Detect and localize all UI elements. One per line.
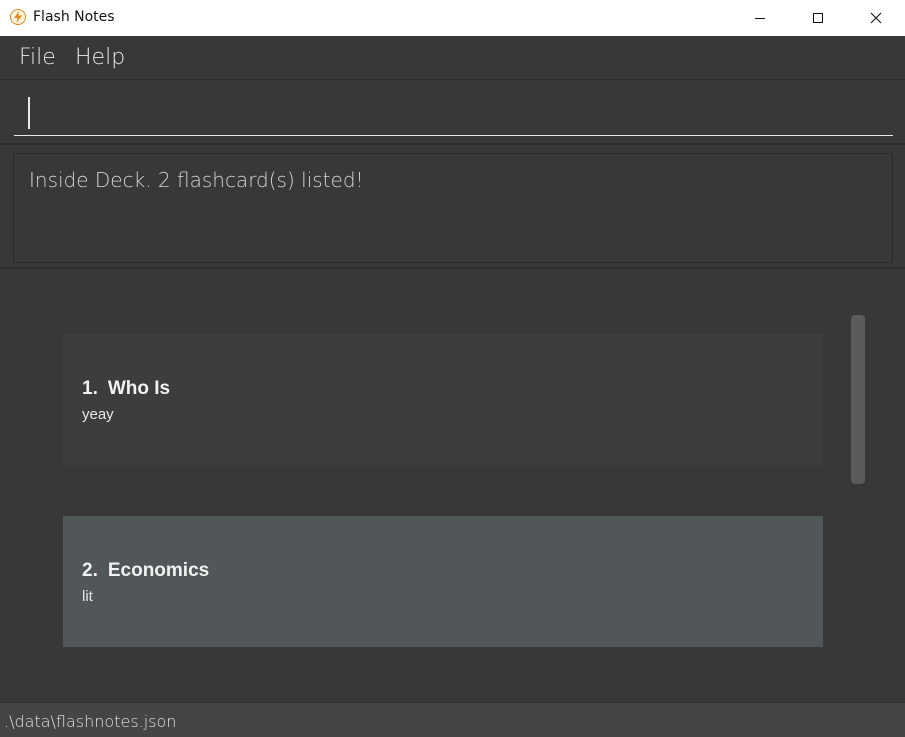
- flashcard-title-row: 1. Who Is: [82, 378, 170, 400]
- text-caret: [28, 97, 30, 129]
- flashcard-title: Economics: [107, 560, 210, 581]
- flashcard-index: 1.: [82, 378, 98, 399]
- minimize-button[interactable]: [731, 0, 789, 36]
- flashcard-title: Who Is: [107, 378, 171, 399]
- flashcard-list[interactable]: 1. Who Is yeay 2. Economics lit: [0, 271, 905, 702]
- flashcard-index: 2.: [82, 560, 98, 581]
- menu-help[interactable]: Help: [75, 45, 125, 70]
- result-message: Inside Deck. 2 flashcard(s) listed!: [29, 168, 364, 192]
- lightning-icon: [10, 9, 26, 25]
- title-bar: Flash Notes: [0, 0, 905, 36]
- close-button[interactable]: [847, 0, 905, 36]
- data-file-path: .\data\flashnotes.json: [4, 712, 177, 731]
- flashcard-item[interactable]: 1. Who Is yeay: [63, 334, 823, 465]
- window-title: Flash Notes: [33, 9, 115, 25]
- status-bar: .\data\flashnotes.json: [0, 702, 905, 737]
- result-pane: Inside Deck. 2 flashcard(s) listed!: [0, 147, 905, 269]
- maximize-button[interactable]: [789, 0, 847, 36]
- scrollbar-thumb[interactable]: [851, 315, 865, 484]
- minimize-icon: [755, 18, 765, 19]
- command-input[interactable]: [14, 94, 893, 136]
- flashcard-description: yeay: [82, 406, 114, 423]
- menu-bar: File Help: [0, 36, 905, 80]
- close-icon: [870, 12, 882, 24]
- command-box: [0, 81, 905, 145]
- maximize-icon: [813, 13, 823, 23]
- result-display[interactable]: Inside Deck. 2 flashcard(s) listed!: [13, 153, 893, 263]
- flashcard-item-selected[interactable]: 2. Economics lit: [63, 516, 823, 647]
- flashcard-title-row: 2. Economics: [82, 560, 209, 582]
- menu-file[interactable]: File: [19, 45, 56, 70]
- flashcard-description: lit: [82, 588, 93, 605]
